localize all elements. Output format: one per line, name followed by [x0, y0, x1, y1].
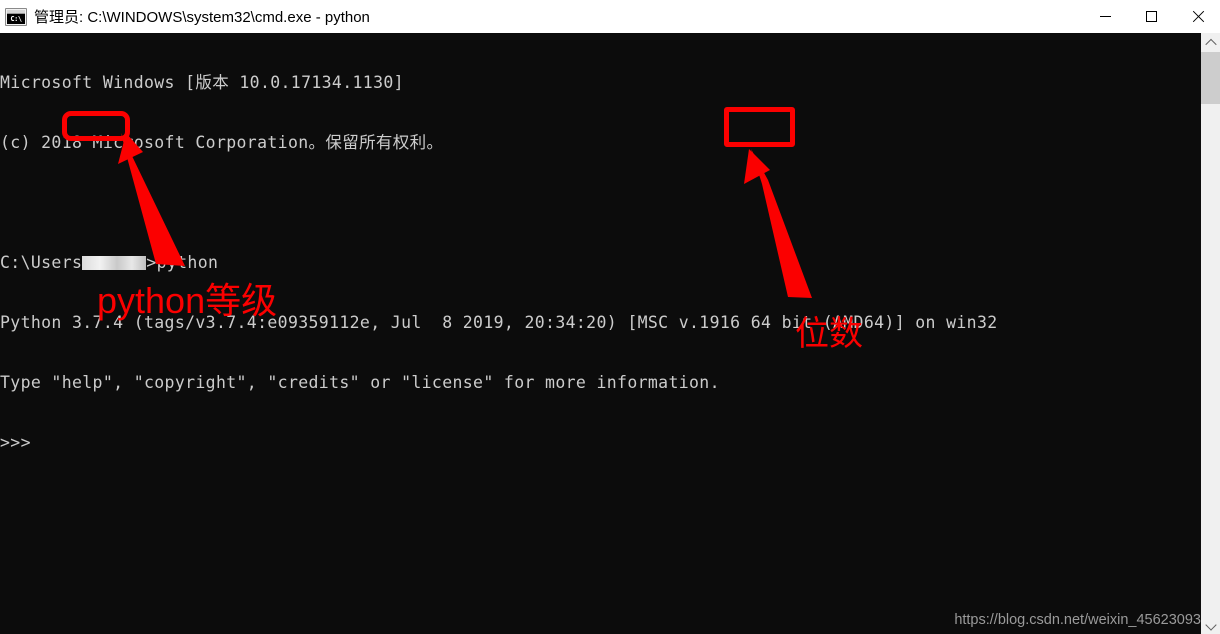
cmd-console-icon: C:\ [5, 7, 27, 26]
console-output-area[interactable]: Microsoft Windows [版本 10.0.17134.1130] (… [0, 33, 1201, 634]
minimize-button[interactable] [1082, 0, 1128, 33]
watermark: https://blog.csdn.net/weixin_45623093 [954, 612, 1201, 628]
console-line-python-prompt: >>> [0, 433, 31, 452]
prompt-command-text: >python [146, 253, 219, 272]
console-line-prompt-command: C:\Users >python [0, 253, 998, 273]
prompt-path-prefix: C:\Users [0, 253, 83, 272]
icon-screen: C:\ [7, 13, 25, 24]
redaction-block [82, 256, 147, 270]
close-button[interactable] [1174, 0, 1220, 33]
annotation-label-bits: 位数 [795, 315, 863, 353]
window-controls [1082, 0, 1220, 33]
close-icon [1191, 10, 1204, 23]
console-line-version-banner: Microsoft Windows [版本 10.0.17134.1130] [0, 73, 404, 92]
scroll-up-arrow[interactable] [1201, 33, 1220, 52]
console-text: Microsoft Windows [版本 10.0.17134.1130] (… [0, 33, 998, 493]
annotation-label-version: python等级 [97, 280, 278, 321]
annotation-box-bits [724, 107, 795, 147]
scroll-down-arrow[interactable] [1201, 615, 1220, 634]
chevron-up-icon [1204, 38, 1217, 50]
chevron-down-icon [1204, 618, 1217, 631]
title-bar: C:\ 管理员: C:\WINDOWS\system32\cmd.exe - p… [0, 0, 1220, 33]
console-line-copyright: (c) 2018 Microsoft Corporation。保留所有权利。 [0, 133, 444, 152]
annotation-box-version [62, 111, 130, 141]
maximize-icon [1145, 11, 1157, 22]
cmd-window: C:\ 管理员: C:\WINDOWS\system32\cmd.exe - p… [0, 0, 1220, 634]
console-line-python-help: Type "help", "copyright", "credits" or "… [0, 373, 720, 392]
maximize-button[interactable] [1128, 0, 1174, 33]
title-bar-left: C:\ 管理员: C:\WINDOWS\system32\cmd.exe - p… [0, 6, 1082, 27]
scroll-thumb[interactable] [1201, 52, 1220, 104]
vertical-scrollbar[interactable] [1201, 33, 1220, 634]
window-title: 管理员: C:\WINDOWS\system32\cmd.exe - pytho… [34, 9, 370, 26]
minimize-icon [1099, 16, 1111, 17]
